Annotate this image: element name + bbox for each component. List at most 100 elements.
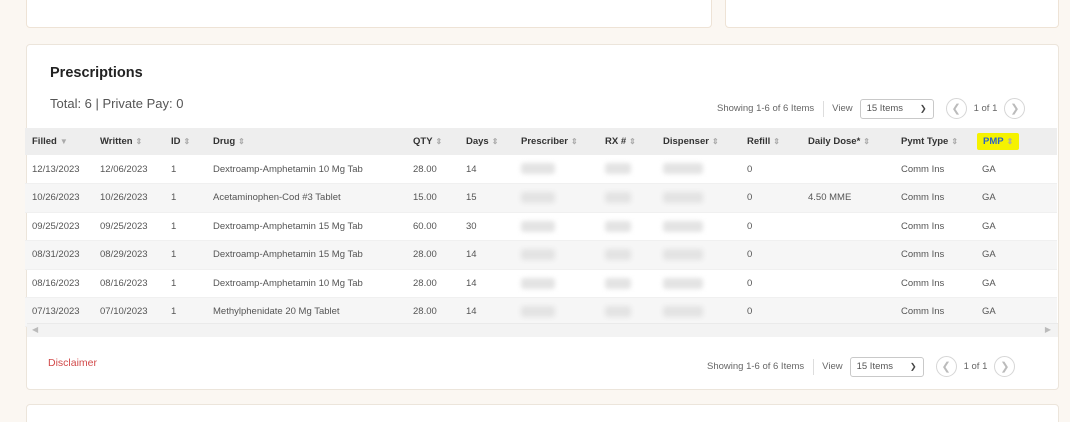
- sort-icon: ⇕: [1006, 137, 1014, 146]
- cell-id: 1: [164, 183, 206, 213]
- cell-written: 08/16/2023: [93, 269, 164, 298]
- scroll-left-icon[interactable]: ◀: [32, 325, 38, 334]
- cell-written: 12/06/2023: [93, 155, 164, 184]
- totals-summary: Total: 6 | Private Pay: 0: [50, 96, 184, 111]
- next-section-card: [26, 404, 1059, 422]
- sort-icon: ⇕: [773, 137, 780, 146]
- redacted-value: [663, 249, 703, 261]
- cell-written: 08/29/2023: [93, 240, 164, 270]
- redacted-value: [605, 192, 631, 204]
- cell-daily-dose: [801, 269, 894, 298]
- top-left-card: [26, 0, 712, 28]
- cell-drug: Dextroamp-Amphetamin 10 Mg Tab: [206, 155, 406, 184]
- disclaimer-link[interactable]: Disclaimer: [48, 357, 97, 369]
- cell-days: 14: [459, 155, 514, 184]
- cell-refill: 0: [740, 183, 801, 213]
- horizontal-scrollbar[interactable]: ◀ ▶: [27, 323, 1058, 337]
- table-header-row: Filled ▼ Written ⇕ ID ⇕ Drug ⇕ QTY ⇕ Days ⇕ Pr…: [25, 128, 1057, 155]
- cell-qty: 28.00: [406, 269, 459, 298]
- redacted-cell: [514, 212, 598, 241]
- cell-daily-dose: [801, 297, 894, 327]
- col-days[interactable]: Days ⇕: [459, 128, 514, 155]
- cell-refill: 0: [740, 155, 801, 184]
- sort-icon: ⇕: [863, 137, 870, 146]
- cell-written: 07/10/2023: [93, 297, 164, 327]
- items-per-page-value: 15 Items: [856, 361, 894, 372]
- sort-icon: ⇕: [629, 137, 636, 146]
- sort-icon: ⇕: [135, 137, 143, 146]
- redacted-value: [605, 163, 631, 175]
- redacted-value: [663, 192, 703, 204]
- cell-qty: 28.00: [406, 155, 459, 184]
- col-daily-dose[interactable]: Daily Dose* ⇕: [801, 128, 894, 155]
- col-drug[interactable]: Drug ⇕: [206, 128, 406, 155]
- table-row[interactable]: 07/13/2023 07/10/2023 1 Methylphenidate 20 …: [25, 297, 1057, 327]
- chevron-right-icon[interactable]: ❯: [1004, 98, 1026, 119]
- cell-id: 1: [164, 240, 206, 270]
- cell-filled: 10/26/2023: [25, 183, 93, 213]
- redacted-value: [605, 249, 631, 261]
- sort-icon: ⇕: [571, 137, 578, 146]
- cell-filled: 08/31/2023: [25, 240, 93, 270]
- page-indicator: 1 of 1: [973, 103, 998, 114]
- col-rx-number[interactable]: RX # ⇕: [598, 128, 656, 155]
- cell-pymt-type: Comm Ins: [894, 183, 975, 213]
- sort-icon: ⇕: [711, 137, 719, 146]
- redacted-cell: [598, 240, 656, 270]
- chevron-down-icon: ❯: [919, 104, 927, 113]
- items-per-page-select[interactable]: 15 Items ❯: [859, 98, 934, 119]
- items-per-page-select[interactable]: 15 Items ❯: [849, 356, 924, 377]
- cell-days: 14: [459, 297, 514, 327]
- col-refill[interactable]: Refill ⇕: [740, 128, 801, 155]
- cell-drug: Acetaminophen-Cod #3 Tablet: [206, 183, 406, 213]
- sort-icon: ⇕: [238, 137, 245, 146]
- table-row[interactable]: 12/13/2023 12/06/2023 1 Dextroamp-Amphetami…: [25, 155, 1057, 184]
- redacted-cell: [656, 183, 740, 213]
- view-label: View: [822, 361, 843, 372]
- redacted-cell: [598, 212, 656, 241]
- cell-id: 1: [164, 297, 206, 327]
- col-pmp[interactable]: PMP ⇕: [975, 128, 1057, 155]
- sort-icon: ⇕: [491, 137, 499, 146]
- cell-filled: 09/25/2023: [25, 212, 93, 241]
- cell-drug: Dextroamp-Amphetamin 10 Mg Tab: [206, 269, 406, 298]
- col-dispenser[interactable]: Dispenser ⇕: [656, 128, 740, 155]
- chevron-left-icon[interactable]: ❮: [945, 98, 967, 119]
- table-row[interactable]: 09/25/2023 09/25/2023 1 Dextroamp-Amphetami…: [25, 212, 1057, 241]
- prescriptions-card: Prescriptions Total: 6 | Private Pay: 0 …: [25, 44, 1059, 390]
- table-row[interactable]: 08/31/2023 08/29/2023 1 Dextroamp-Amphetami…: [25, 240, 1057, 270]
- redacted-cell: [598, 297, 656, 327]
- pmp-highlight: PMP ⇕: [977, 133, 1020, 150]
- col-pymt-type[interactable]: Pymt Type ⇕: [894, 128, 975, 155]
- cell-days: 15: [459, 183, 514, 213]
- pagination-bottom: Showing 1-6 of 6 Items View 15 Items ❯ ❮…: [707, 356, 1016, 377]
- redacted-cell: [514, 269, 598, 298]
- items-per-page-value: 15 Items: [866, 103, 904, 114]
- cell-id: 1: [164, 212, 206, 241]
- cell-pymt-type: Comm Ins: [894, 269, 975, 298]
- col-prescriber[interactable]: Prescriber ⇕: [514, 128, 598, 155]
- col-qty[interactable]: QTY ⇕: [406, 128, 459, 155]
- scroll-right-icon[interactable]: ▶: [1045, 325, 1051, 334]
- cell-id: 1: [164, 155, 206, 184]
- chevron-left-icon[interactable]: ❮: [935, 356, 957, 377]
- table-row[interactable]: 10/26/2023 10/26/2023 1 Acetaminophen-Cod #…: [25, 183, 1057, 213]
- cell-pmp: GA: [975, 240, 1057, 270]
- cell-days: 14: [459, 269, 514, 298]
- col-id[interactable]: ID ⇕: [164, 128, 206, 155]
- col-written[interactable]: Written ⇕: [93, 128, 164, 155]
- chevron-right-icon[interactable]: ❯: [994, 356, 1016, 377]
- table-row[interactable]: 08/16/2023 08/16/2023 1 Dextroamp-Amphetami…: [25, 269, 1057, 298]
- prescriptions-table: Filled ▼ Written ⇕ ID ⇕ Drug ⇕ QTY ⇕ Days ⇕ Pr…: [25, 128, 1057, 327]
- col-filled[interactable]: Filled ▼: [25, 128, 93, 155]
- cell-pymt-type: Comm Ins: [894, 155, 975, 184]
- cell-pmp: GA: [975, 212, 1057, 241]
- redacted-cell: [656, 269, 740, 298]
- cell-pymt-type: Comm Ins: [894, 297, 975, 327]
- cell-filled: 12/13/2023: [25, 155, 93, 184]
- cell-drug: Methylphenidate 20 Mg Tablet: [206, 297, 406, 327]
- cell-refill: 0: [740, 269, 801, 298]
- redacted-cell: [598, 155, 656, 184]
- redacted-cell: [598, 183, 656, 213]
- redacted-value: [605, 220, 631, 232]
